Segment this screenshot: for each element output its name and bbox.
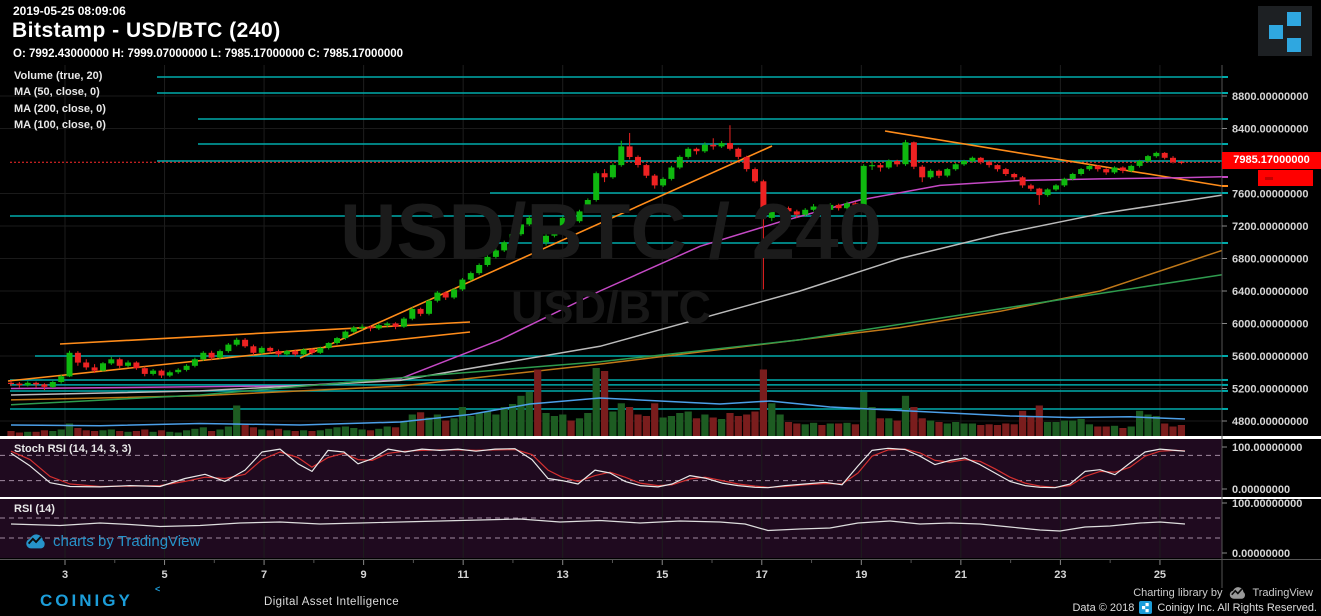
svg-text:6400.00000000: 6400.00000000 bbox=[1232, 286, 1308, 298]
coinigy-caret-icon: < bbox=[155, 584, 161, 594]
legend-ma200[interactable]: MA (200, close, 0) bbox=[14, 103, 106, 115]
volume-bars bbox=[7, 368, 1185, 438]
svg-text:100.00000000: 100.00000000 bbox=[1232, 498, 1302, 510]
legend-volume[interactable]: Volume (true, 20) bbox=[14, 70, 102, 82]
copyright-left: Data © 2018 bbox=[1072, 601, 1135, 614]
symbol-watermark-2: USD/BTC bbox=[511, 282, 711, 333]
stoch-rsi-label[interactable]: Stoch RSI (14, 14, 3, 3) bbox=[14, 443, 131, 455]
svg-text:0.00000000: 0.00000000 bbox=[1232, 548, 1290, 560]
coinigy-chart-app: 3 5 7 9 11 13 15 17 19 21 23 25 8800.00000000 8400.00… bbox=[0, 0, 1321, 616]
coinigy-wordmark[interactable]: COINIGY bbox=[40, 591, 133, 611]
svg-text:5600.00000000: 5600.00000000 bbox=[1232, 351, 1308, 363]
svg-text:21: 21 bbox=[955, 569, 967, 581]
timestamp: 2019-05-25 08:09:06 bbox=[13, 4, 126, 18]
svg-text:5: 5 bbox=[161, 569, 167, 581]
tradingview-cloud-icon bbox=[24, 533, 46, 550]
svg-text:19: 19 bbox=[855, 569, 867, 581]
tradingview-watermark-text: charts by TradingView bbox=[53, 533, 201, 550]
tradingview-cloud-icon bbox=[1228, 586, 1246, 600]
svg-text:7: 7 bbox=[261, 569, 267, 581]
svg-text:15: 15 bbox=[656, 569, 668, 581]
legend-ma50[interactable]: MA (50, close, 0) bbox=[14, 86, 100, 98]
rsi-label[interactable]: RSI (14) bbox=[14, 503, 55, 515]
logo-square bbox=[1269, 25, 1283, 39]
coinigy-mini-icon bbox=[1139, 601, 1153, 614]
tradingview-watermark-link[interactable]: charts by TradingView bbox=[24, 533, 200, 550]
svg-text:100.00000000: 100.00000000 bbox=[1232, 442, 1302, 454]
svg-text:8800.00000000: 8800.00000000 bbox=[1232, 91, 1308, 103]
footer-tagline: Digital Asset Intelligence bbox=[264, 596, 400, 608]
last-price-tag: 7985.17000000 bbox=[1222, 152, 1321, 169]
tradingview-link[interactable]: TradingView bbox=[1252, 587, 1313, 599]
coinigy-logo-icon[interactable] bbox=[1258, 6, 1312, 56]
copyright-row: Data © 2018 Coinigy Inc. All Rights Rese… bbox=[1072, 601, 1317, 614]
svg-text:7200.00000000: 7200.00000000 bbox=[1232, 221, 1308, 233]
svg-text:7600.00000000: 7600.00000000 bbox=[1232, 189, 1308, 201]
countdown-dash bbox=[1265, 177, 1273, 180]
price-axis-labels: 8800.00000000 8400.00000000 7600.00000000 7… bbox=[1222, 75, 1308, 428]
logo-square bbox=[1287, 38, 1301, 52]
svg-text:0.00000000: 0.00000000 bbox=[1232, 484, 1290, 496]
svg-text:11: 11 bbox=[457, 569, 469, 581]
symbol-watermark: USD/BTC / 240 bbox=[340, 187, 882, 275]
charting-library-text: Charting library by bbox=[1133, 587, 1223, 599]
svg-text:5200.00000000: 5200.00000000 bbox=[1232, 384, 1308, 396]
oscillator-axis-labels: 100.00000000 0.00000000 100.00000000 0.0000… bbox=[1222, 442, 1302, 560]
svg-text:13: 13 bbox=[557, 569, 569, 581]
svg-text:6000.00000000: 6000.00000000 bbox=[1232, 319, 1308, 331]
svg-text:9: 9 bbox=[361, 569, 367, 581]
charting-library-attribution[interactable]: Charting library by TradingView bbox=[1133, 586, 1313, 600]
ohlc-values: O: 7992.43000000 H: 7999.07000000 L: 798… bbox=[13, 48, 404, 60]
page-title: Bitstamp - USD/BTC (240) bbox=[12, 19, 281, 42]
svg-text:23: 23 bbox=[1054, 569, 1066, 581]
legend-ma100[interactable]: MA (100, close, 0) bbox=[14, 119, 106, 131]
svg-text:3: 3 bbox=[62, 569, 68, 581]
svg-text:25: 25 bbox=[1154, 569, 1166, 581]
logo-square bbox=[1287, 12, 1301, 26]
svg-text:6800.00000000: 6800.00000000 bbox=[1232, 254, 1308, 266]
svg-text:8400.00000000: 8400.00000000 bbox=[1232, 124, 1308, 136]
svg-text:17: 17 bbox=[756, 569, 768, 581]
svg-text:4800.00000000: 4800.00000000 bbox=[1232, 416, 1308, 428]
candle-countdown-tag bbox=[1258, 170, 1313, 186]
copyright-right: Coinigy Inc. All Rights Reserved. bbox=[1157, 601, 1317, 614]
